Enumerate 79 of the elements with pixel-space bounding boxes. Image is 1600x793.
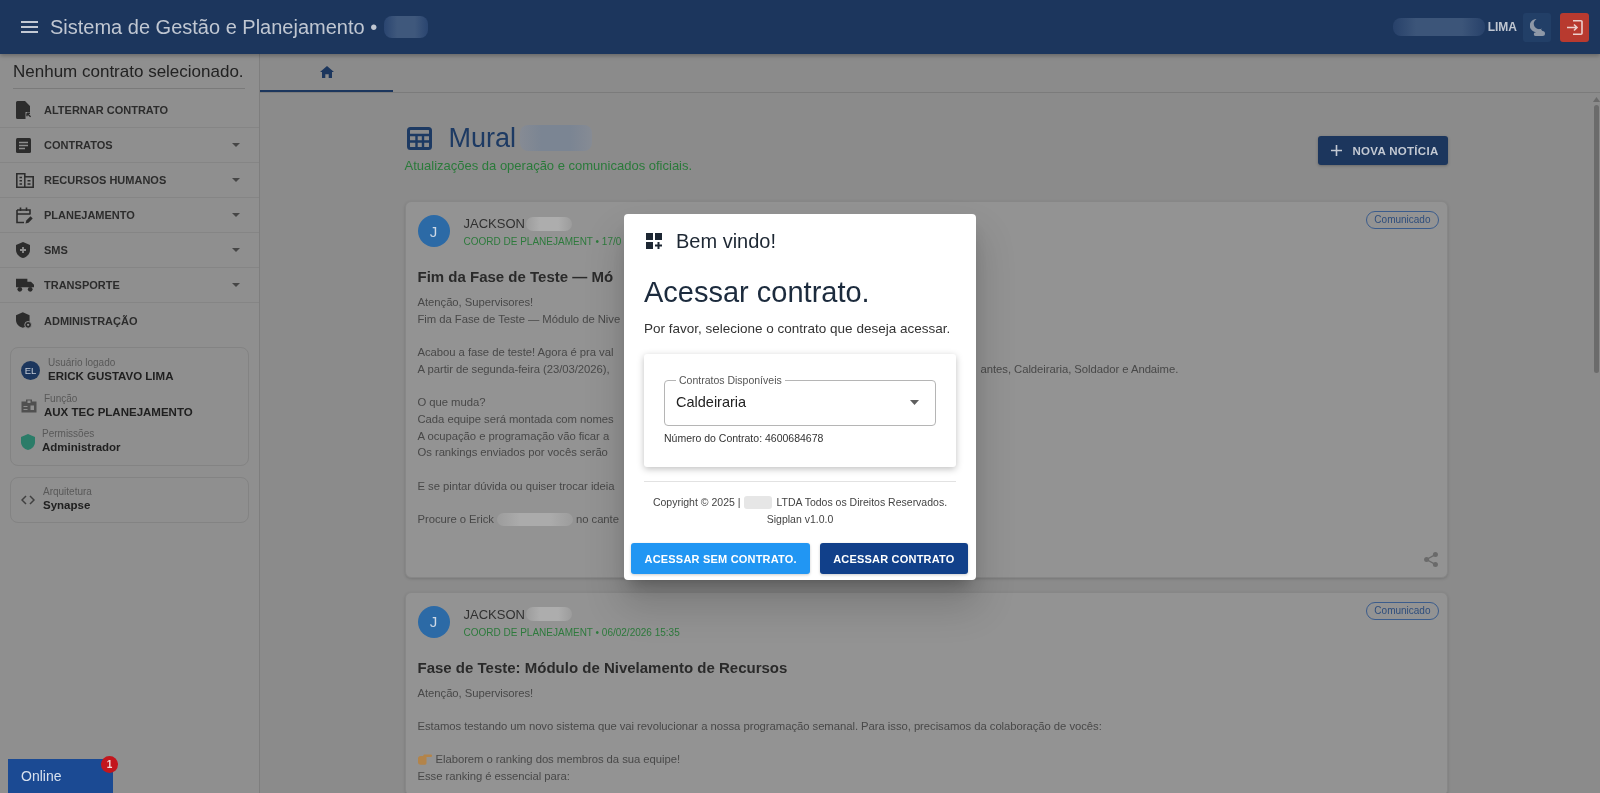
shield-icon: [21, 433, 35, 450]
body-text: no cante: [576, 511, 619, 527]
body-text: Os rankings enviados por vocês serão: [417, 445, 608, 461]
building-icon: [16, 172, 34, 188]
logout-button[interactable]: [1560, 12, 1589, 42]
body-text: Elaborem o ranking dos membros da sua equipe!: [435, 752, 681, 768]
post-title: Fase de Teste: Módulo de Nivelamento de Recursos: [417, 657, 788, 678]
access-contract-button[interactable]: ACESSAR CONTRATO: [819, 543, 968, 574]
exit-icon: [1566, 19, 1583, 35]
access-without-contract-button[interactable]: ACESSAR SEM CONTRATO.: [631, 543, 811, 574]
post-meta: COORD DE PLANEJAMENT • 17/0: [463, 235, 622, 249]
caret-icon: [232, 213, 240, 217]
user-name: LIMA: [1487, 20, 1517, 34]
new-post-button[interactable]: NOVA NOTÍCIA: [1317, 136, 1448, 165]
author-name: JACKSON: [463, 215, 525, 232]
version-text: Sigplan v1.0.0: [766, 512, 834, 527]
body-text: A ocupação e programação vão ficar a: [417, 428, 610, 444]
post-meta: COORD DE PLANEJAMENT • 06/02/2026 15:35: [463, 625, 680, 640]
caret-icon: [232, 178, 240, 182]
contract-select[interactable]: Contratos Disponíveis Caldeiraria: [664, 373, 936, 426]
code-icon: [21, 494, 35, 505]
body-text: Estamos testando um novo sistema que vai revolucionar a nossa programação semanal. Para isso, precisamos da colaboração de vocês:: [417, 719, 1102, 734]
field-value: Synapse: [43, 498, 91, 513]
home-icon: [319, 66, 334, 78]
field-value: ERICK GUSTAVO LIMA: [48, 369, 174, 384]
caret-icon: [232, 248, 240, 252]
field-value: AUX TEC PLANEJAMENTO: [44, 404, 193, 420]
body-text: Procure o Erick: [417, 511, 494, 527]
app-title: Sistema de Gestão e Planejamento •: [50, 15, 378, 39]
copyright-text: LTDA Todos os Direitos Reservados.: [776, 495, 948, 510]
dialog-heading: Acessar contrato.: [644, 275, 870, 310]
author-name: JACKSON: [463, 605, 525, 623]
page-title: Mural: [448, 122, 516, 154]
post-title: Fim da Fase de Teste — Mó: [417, 267, 614, 287]
nav-item[interactable]: ADMINISTRAÇÃO: [0, 303, 259, 338]
nav-item[interactable]: ALTERNAR CONTRATO: [0, 93, 259, 128]
body-text: Acabou a fase de teste! Agora é pra val: [417, 345, 614, 361]
plus-icon: [1330, 145, 1342, 156]
body-text: antes, Caldeiraria, Soldador e Andaime.: [980, 361, 1179, 377]
contract-number: Número do Contrato: 4600684678: [664, 431, 824, 445]
truck-icon: [16, 278, 34, 292]
shield-plus-icon: [16, 242, 30, 258]
body-text: Atenção, Supervisores!: [417, 295, 534, 310]
shield-gear-icon: [16, 312, 32, 329]
contract-status: Nenhum contrato selecionado.: [13, 61, 244, 83]
body-text: E se pintar dúvida ou quiser trocar ideia: [417, 478, 615, 494]
caret-icon: [232, 143, 240, 147]
menu-icon[interactable]: [21, 21, 38, 33]
author-avatar: J: [417, 215, 450, 247]
moon-cloud-icon: [1529, 18, 1545, 36]
user-avatar: EL: [21, 361, 40, 380]
body-text: Atenção, Supervisores!: [417, 685, 534, 701]
nav-item[interactable]: RECURSOS HUMANOS: [0, 163, 259, 198]
body-text: O que muda?: [417, 395, 486, 411]
body-text: Fim da Fase de Teste — Módulo de Nive: [417, 311, 621, 327]
body-text: Cada equipe será montada com nomes: [417, 411, 614, 427]
document-arrow-icon: [16, 101, 31, 119]
dropdown-caret-icon: [910, 399, 919, 405]
pointing-hand-icon: [417, 754, 432, 766]
grid-plus-icon: [646, 233, 662, 249]
body-text: Esse ranking é essencial para:: [417, 769, 570, 785]
calendar-pencil-icon: [16, 206, 33, 224]
nav-item[interactable]: SMS: [0, 233, 259, 268]
author-avatar: J: [417, 605, 450, 638]
caret-icon: [232, 283, 240, 287]
dialog-prompt: Por favor, selecione o contrato que deseja acessar.: [644, 320, 951, 338]
theme-toggle-button[interactable]: [1523, 12, 1551, 42]
nav-item[interactable]: CONTRATOS: [0, 128, 259, 163]
nav-item[interactable]: TRANSPORTE: [0, 268, 259, 303]
nav-item[interactable]: PLANEJAMENTO: [0, 198, 259, 233]
field-value: Administrador: [42, 440, 121, 455]
copyright-text: Copyright © 2025 |: [652, 495, 741, 510]
dialog-title: Bem vindo!: [676, 229, 777, 254]
id-badge-icon: [21, 399, 37, 413]
document-icon: [16, 137, 31, 153]
calendar-grid-icon: [406, 126, 432, 150]
page-subtitle: Atualizações da operação e comunicados oficiais.: [404, 158, 693, 174]
body-text: A partir de segunda-feira (23/03/2026),: [417, 361, 610, 377]
scrollbar-thumb[interactable]: [1593, 105, 1599, 373]
